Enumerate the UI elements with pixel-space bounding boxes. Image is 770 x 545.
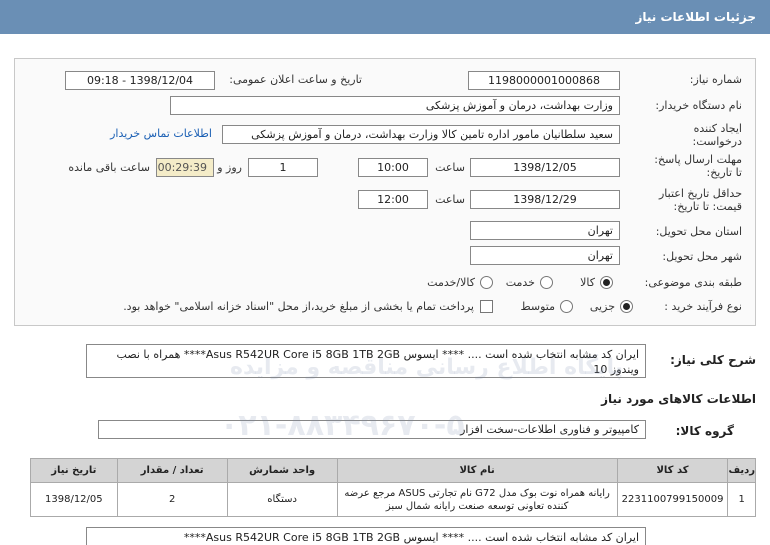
process-medium-label: متوسط xyxy=(520,300,555,313)
treasury-payment-note: پرداخت تمام یا بخشی از مبلغ خرید،از محل … xyxy=(123,300,474,313)
city-label: شهر محل تحویل: xyxy=(662,250,742,263)
validity-time-label: ساعت xyxy=(435,193,465,206)
col-index-header: ردیف xyxy=(727,458,756,483)
days-label: روز و xyxy=(217,161,242,174)
treasury-payment-checkbox[interactable] xyxy=(480,300,493,313)
table-row[interactable]: 1 2231100799150009 رایانه همراه نوت بوک … xyxy=(30,482,756,517)
announce-field[interactable]: 1398/12/04 - 09:18 xyxy=(65,71,215,90)
remaining-timer: 00:29:39 xyxy=(156,158,214,177)
bottom-note-box: ایران کد مشابه انتخاب شده است .... **** … xyxy=(86,527,646,545)
announce-label: تاریخ و ساعت اعلان عمومی: xyxy=(229,73,362,86)
province-field[interactable]: تهران xyxy=(470,221,620,240)
col-code-header: کد کالا xyxy=(616,458,729,483)
need-number-field[interactable]: 1198000001000868 xyxy=(468,71,620,90)
creator-label: ایجاد کننده درخواست: xyxy=(692,122,742,148)
items-table: ردیف کد کالا نام کالا واحد شمارش تعداد /… xyxy=(30,458,756,517)
category-goods-label: کالا xyxy=(580,276,595,289)
validity-label: حداقل تاریخ اعتبار قیمت: تا تاریخ: xyxy=(658,187,742,213)
category-service-label: خدمت xyxy=(505,276,535,289)
category-both-radio[interactable] xyxy=(480,276,493,289)
need-number-label: شماره نیاز: xyxy=(689,73,742,86)
process-minor-radio[interactable] xyxy=(620,300,633,313)
description-label: شرح کلی نیاز: xyxy=(670,353,756,367)
buyer-contact-link[interactable]: اطلاعات تماس خریدار xyxy=(110,127,212,140)
row-name: رایانه همراه نوت بوک مدل G72 نام تجارتی … xyxy=(336,482,618,517)
category-goods-radio[interactable] xyxy=(600,276,613,289)
reply-deadline-label: مهلت ارسال پاسخ: تا تاریخ: xyxy=(654,153,742,179)
category-both-label: کالا/خدمت xyxy=(427,276,475,289)
row-unit: دستگاه xyxy=(226,482,338,517)
remaining-label: ساعت باقی مانده xyxy=(68,161,150,174)
process-medium-radio[interactable] xyxy=(560,300,573,313)
creator-field[interactable]: سعید سلطانیان مامور اداره تامین کالا وزا… xyxy=(222,125,620,144)
goods-group-field[interactable]: کامپیوتر و فناوری اطلاعات-سخت افزار xyxy=(98,420,646,439)
process-label: نوع فرآیند خرید : xyxy=(664,300,742,313)
reply-time-label: ساعت xyxy=(435,161,465,174)
reply-time-field[interactable]: 10:00 xyxy=(358,158,428,177)
category-label: طبقه بندی موضوعی: xyxy=(644,276,742,289)
row-index: 1 xyxy=(727,482,756,517)
col-date-header: تاریخ نیاز xyxy=(30,458,118,483)
validity-date-field[interactable]: 1398/12/29 xyxy=(470,190,620,209)
table-header-row: ردیف کد کالا نام کالا واحد شمارش تعداد /… xyxy=(30,458,756,483)
page-header: جزئیات اطلاعات نیاز xyxy=(0,0,770,34)
city-field[interactable]: تهران xyxy=(470,246,620,265)
row-qty: 2 xyxy=(116,482,228,517)
goods-group-label: گروه کالا: xyxy=(675,424,734,438)
row-date: 1398/12/05 xyxy=(30,482,118,517)
col-qty-header: تعداد / مقدار xyxy=(116,458,228,483)
goods-info-heading: اطلاعات کالاهای مورد نیاز xyxy=(601,392,756,406)
reply-date-field[interactable]: 1398/12/05 xyxy=(470,158,620,177)
col-name-header: نام کالا xyxy=(336,458,618,483)
buyer-org-field[interactable]: وزارت بهداشت، درمان و آموزش پزشکی xyxy=(170,96,620,115)
category-service-radio[interactable] xyxy=(540,276,553,289)
validity-time-field[interactable]: 12:00 xyxy=(358,190,428,209)
description-box: ایران کد مشابه انتخاب شده است .... **** … xyxy=(86,344,646,378)
days-count-field[interactable]: 1 xyxy=(248,158,318,177)
row-code: 2231100799150009 xyxy=(616,482,729,517)
process-minor-label: جزیی xyxy=(589,300,615,313)
buyer-org-label: نام دستگاه خریدار: xyxy=(655,99,742,112)
province-label: استان محل تحویل: xyxy=(655,225,742,238)
col-unit-header: واحد شمارش xyxy=(226,458,338,483)
